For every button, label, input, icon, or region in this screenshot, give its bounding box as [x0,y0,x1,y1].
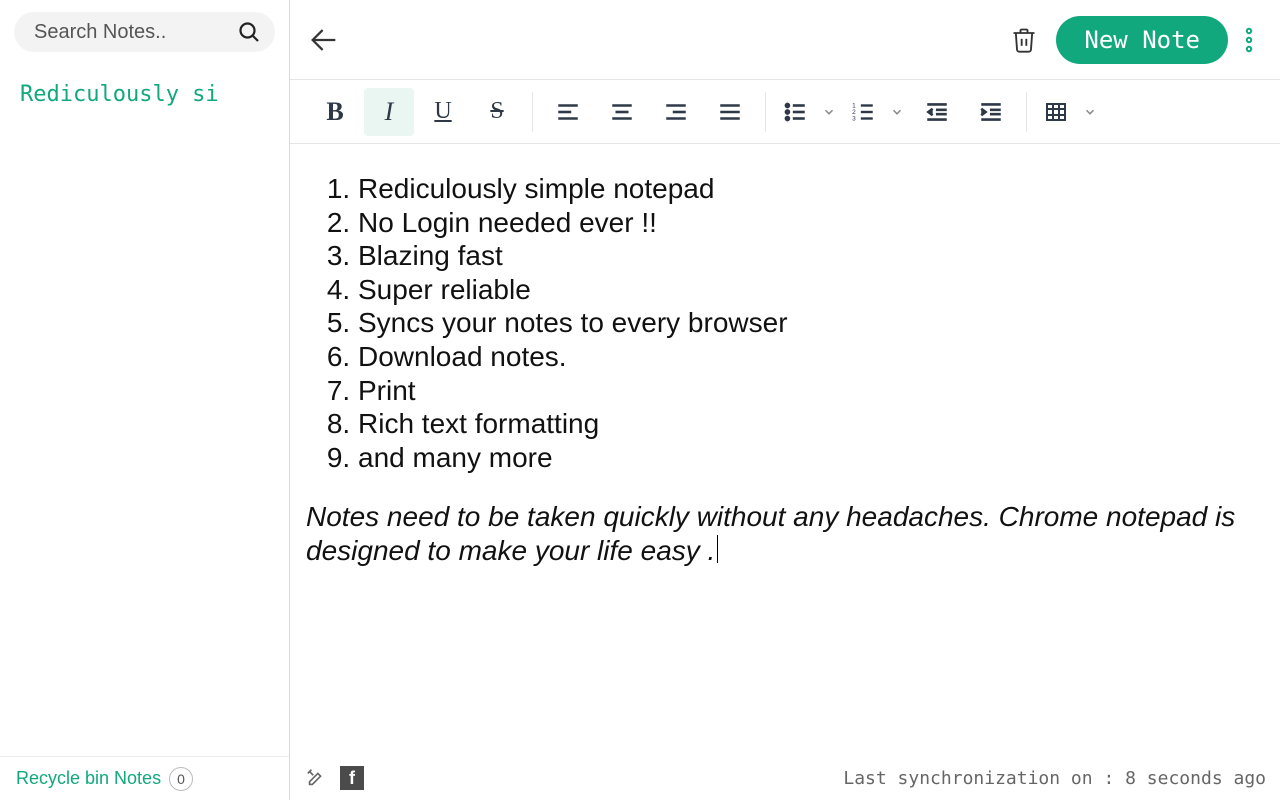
table-dropdown[interactable] [1079,88,1101,136]
list-item: Rediculously simple notepad [358,172,1272,206]
toolbar-group-list: 123 [766,88,1026,136]
note-paragraph: Notes need to be taken quickly without a… [298,500,1272,567]
outdent-button[interactable] [912,88,962,136]
sync-status-text: Last synchronization on : 8 seconds ago [843,768,1266,789]
align-center-button[interactable] [597,88,647,136]
search-wrap [0,0,289,62]
align-justify-button[interactable] [705,88,755,136]
facebook-icon: f [349,768,355,789]
underline-icon: U [434,98,451,125]
align-justify-icon [717,99,743,125]
align-left-icon [555,99,581,125]
indent-button[interactable] [966,88,1016,136]
recycle-bin-count: 0 [169,767,193,791]
facebook-button[interactable]: f [340,766,364,790]
main-header: New Note [290,0,1280,80]
main: New Note B I U S 123 [290,0,1280,800]
bold-icon: B [326,97,343,127]
more-menu-button[interactable] [1234,16,1264,64]
align-center-icon [609,99,635,125]
sidebar: Rediculously si Recycle bin Notes 0 [0,0,290,800]
bullet-list-button[interactable] [776,88,814,136]
note-ordered-list: Rediculously simple notepad No Login nee… [298,172,1272,474]
bullet-list-icon [782,99,808,125]
table-button[interactable] [1037,88,1075,136]
list-item: and many more [358,441,1272,475]
chevron-down-icon [890,105,904,119]
toolbar-group-align [533,88,765,136]
bold-button[interactable]: B [310,88,360,136]
note-editor[interactable]: Rediculously simple notepad No Login nee… [290,144,1280,756]
note-list-item[interactable]: Rediculously si [0,80,289,109]
search-icon[interactable] [237,20,261,44]
back-button[interactable] [302,18,346,62]
align-right-icon [663,99,689,125]
search-box [14,12,275,52]
tools-icon [305,767,327,789]
list-item: Super reliable [358,273,1272,307]
bullet-list-dropdown[interactable] [818,88,840,136]
underline-button[interactable]: U [418,88,468,136]
table-icon [1044,100,1068,124]
text-cursor [717,535,718,563]
arrow-left-icon [307,23,341,57]
new-note-button[interactable]: New Note [1056,16,1228,64]
formatting-toolbar: B I U S 123 [290,80,1280,144]
strikethrough-button[interactable]: S [472,88,522,136]
toolbar-group-text: B I U S [300,88,532,136]
svg-text:3: 3 [852,115,856,122]
list-item: Blazing fast [358,239,1272,273]
tools-button[interactable] [304,766,328,790]
number-list-button[interactable]: 123 [844,88,882,136]
outdent-icon [924,99,950,125]
strikethrough-icon: S [490,98,503,125]
list-item: Rich text formatting [358,407,1272,441]
trash-icon [1010,26,1038,54]
list-item: Download notes. [358,340,1272,374]
list-item: Print [358,374,1272,408]
search-input[interactable] [14,12,275,52]
note-list: Rediculously si [0,62,289,756]
align-left-button[interactable] [543,88,593,136]
italic-button[interactable]: I [364,88,414,136]
indent-icon [978,99,1004,125]
italic-icon: I [385,97,394,127]
chevron-down-icon [1083,105,1097,119]
number-list-icon: 123 [850,99,876,125]
chevron-down-icon [822,105,836,119]
toolbar-group-table [1027,88,1111,136]
list-item: Syncs your notes to every browser [358,306,1272,340]
more-vertical-icon [1244,26,1254,54]
delete-note-button[interactable] [1004,20,1044,60]
status-bar: f Last synchronization on : 8 seconds ag… [290,756,1280,800]
align-right-button[interactable] [651,88,701,136]
number-list-dropdown[interactable] [886,88,908,136]
recycle-bin-label: Recycle bin Notes [16,768,161,789]
recycle-bin-link[interactable]: Recycle bin Notes 0 [0,756,289,800]
list-item: No Login needed ever !! [358,206,1272,240]
